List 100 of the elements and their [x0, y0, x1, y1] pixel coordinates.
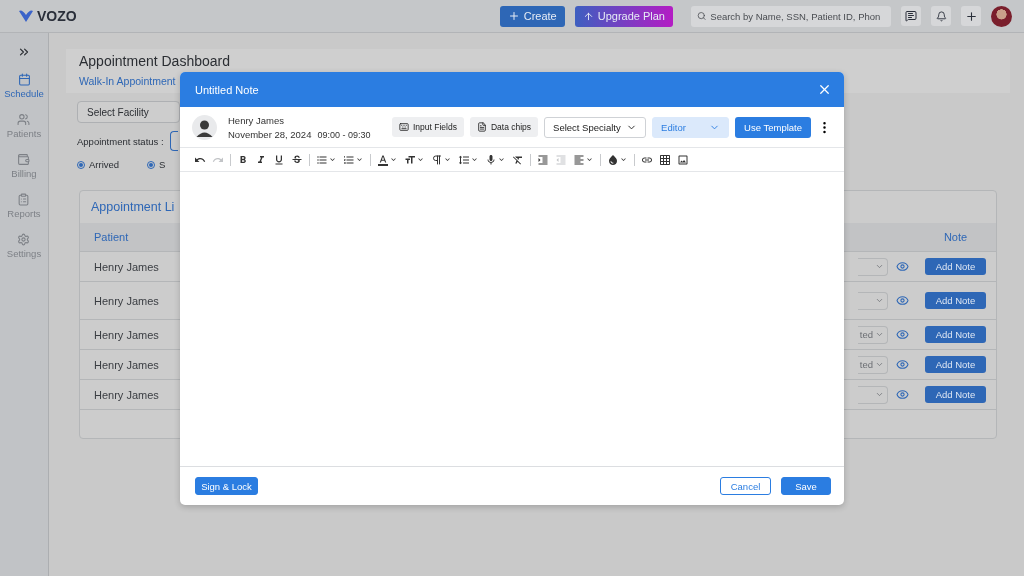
caret-icon	[328, 155, 337, 164]
arrow-up-icon	[582, 10, 594, 22]
bullet-list-icon	[316, 153, 328, 166]
caret-icon	[389, 155, 398, 164]
caret-icon	[416, 155, 425, 164]
dropdown-tool[interactable]	[458, 153, 479, 166]
chevron-down-icon	[875, 262, 884, 271]
dropdown-tool[interactable]	[607, 153, 628, 166]
eye-icon[interactable]	[896, 328, 909, 341]
table-cell-text: Henry James	[94, 358, 160, 371]
plus-icon[interactable]	[961, 6, 981, 26]
sign-lock-button[interactable]: Sign & Lock	[195, 477, 258, 495]
data-chips-button[interactable]: Data chips	[469, 117, 539, 137]
caret-icon	[470, 155, 479, 164]
user-avatar[interactable]	[991, 5, 1012, 27]
settings-icon	[17, 233, 31, 246]
sidebar-item[interactable]: Patients	[6, 113, 42, 139]
document-icon	[476, 122, 487, 132]
caret-icon	[585, 155, 594, 164]
table-cell-text: Henry James	[94, 260, 160, 273]
eye-icon[interactable]	[896, 260, 909, 273]
caret-icon	[443, 155, 452, 164]
status-select[interactable]: ted	[858, 355, 888, 374]
dialog-title: Untitled Note	[195, 83, 259, 96]
table-cell-text: Henry James	[94, 328, 160, 341]
create-button[interactable]: Create	[499, 5, 565, 27]
dropdown-tool[interactable]	[377, 153, 398, 166]
column-header: Note	[942, 231, 969, 243]
sidebar-item[interactable]: Billing	[11, 153, 37, 179]
image-icon[interactable]	[677, 153, 689, 166]
line-spacing-icon	[458, 153, 470, 166]
keyboard-icon	[398, 122, 409, 132]
logo-icon	[18, 9, 34, 23]
cancel-button[interactable]: Cancel	[720, 477, 771, 495]
droplet-icon	[607, 153, 619, 166]
dropdown-tool[interactable]	[404, 153, 425, 166]
font-color-icon	[377, 153, 389, 166]
page-title: Appointment Dashboard	[79, 53, 231, 69]
numbered-list-icon	[343, 153, 355, 166]
dropdown-tool[interactable]	[485, 153, 506, 166]
sidebar-item[interactable]: Reports	[7, 193, 41, 219]
people-icon	[17, 113, 31, 126]
eye-icon[interactable]	[896, 388, 909, 401]
dropdown-tool[interactable]	[431, 153, 452, 166]
wallet-icon	[17, 153, 31, 166]
upgrade-plan-button[interactable]: Upgrade Plan	[574, 5, 673, 27]
radio-label: S	[159, 159, 166, 170]
table-icon[interactable]	[659, 153, 671, 166]
add-note-button[interactable]: Add Note	[925, 326, 986, 343]
chevron-down-icon	[875, 296, 884, 305]
bell-icon[interactable]	[931, 6, 951, 26]
add-note-button[interactable]: Add Note	[925, 386, 986, 403]
logo-text: VOZO	[37, 8, 77, 24]
plus-icon	[507, 10, 520, 22]
indent-icon[interactable]	[537, 153, 549, 166]
font-size-icon	[404, 153, 416, 166]
message-icon[interactable]	[901, 6, 921, 26]
close-icon[interactable]	[817, 82, 832, 97]
sidebar-item[interactable]: Settings	[6, 233, 42, 259]
status-field[interactable]	[169, 131, 178, 151]
status-label: Appointment status :	[77, 135, 164, 147]
radio-label: Arrived	[89, 159, 120, 170]
pilcrow-icon	[431, 153, 443, 166]
appointment-date: November 28, 2024	[228, 128, 312, 140]
mode-select[interactable]: Editor	[652, 116, 730, 138]
use-template-button[interactable]: Use Template	[735, 116, 811, 138]
table-cell-text: Henry James	[94, 294, 160, 307]
chevron-down-icon	[875, 360, 884, 369]
specialty-select[interactable]: Select Specialty	[544, 116, 647, 138]
facility-select[interactable]: Select Facility	[77, 101, 180, 123]
chevron-down-icon	[875, 390, 884, 399]
column-header: Patient	[94, 231, 130, 243]
patient-name: Henry James	[228, 114, 285, 126]
eye-icon[interactable]	[896, 358, 909, 371]
save-button[interactable]: Save	[781, 477, 831, 495]
caret-icon	[619, 155, 628, 164]
eye-icon[interactable]	[896, 294, 909, 307]
walk-in-tab[interactable]: Walk-In Appointment	[79, 75, 179, 87]
search-icon	[697, 11, 707, 21]
add-note-button[interactable]: Add Note	[925, 258, 986, 275]
sidebar-item[interactable]: Schedule	[4, 73, 44, 99]
search-field[interactable]: Search by Name, SSN, Patient ID, Phon	[691, 5, 891, 27]
add-note-button[interactable]: Add Note	[925, 292, 986, 309]
table-cell-text: Henry James	[94, 388, 160, 401]
align-left-icon	[573, 153, 585, 166]
microphone-icon	[485, 153, 497, 166]
caret-icon	[497, 155, 506, 164]
underline-icon[interactable]	[273, 153, 285, 166]
clipboard-icon	[17, 193, 31, 206]
strikethrough-icon[interactable]	[291, 153, 303, 166]
italic-icon[interactable]	[255, 153, 267, 166]
add-note-button[interactable]: Add Note	[925, 356, 986, 373]
status-select[interactable]: ted	[858, 325, 888, 344]
appointment-time: 09:00 - 09:30	[317, 129, 371, 140]
patient-avatar	[192, 114, 217, 140]
input-fields-button[interactable]: Input Fields	[391, 117, 464, 137]
caret-icon	[355, 155, 364, 164]
expand-icon[interactable]	[17, 45, 31, 59]
calendar-icon	[17, 73, 31, 86]
chevron-down-icon	[875, 330, 884, 339]
